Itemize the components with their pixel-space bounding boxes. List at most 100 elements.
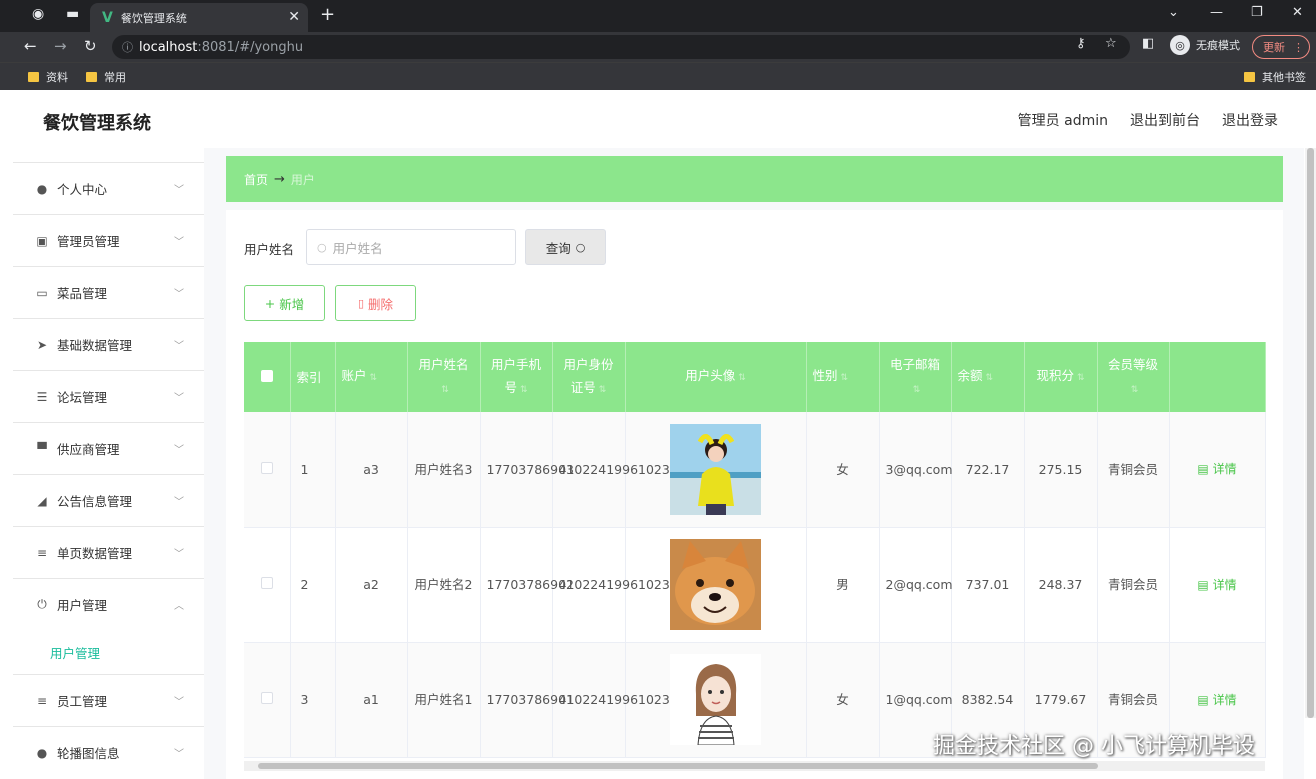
girl-yellow-photo[interactable] [670,423,761,515]
key-icon[interactable]: ⚷ [1076,36,1086,51]
sidebar-item-profile[interactable]: ● 个人中心 ﹀ [13,162,204,214]
logout-link[interactable]: 退出登录 [1222,110,1278,130]
detail-button[interactable]: ▤ 详情 [1197,578,1236,592]
reload-icon[interactable]: ↻ [84,37,97,55]
column-header[interactable]: 账户 ⇅ [335,342,408,412]
to-front-link[interactable]: 退出到前台 [1130,110,1200,130]
cell-points: 275.15 [1024,412,1098,528]
sort-icon[interactable]: ⇅ [1077,373,1085,383]
sidebar-item-forum[interactable]: ☰ 论坛管理 ﹀ [13,370,204,422]
sort-icon[interactable]: ⇅ [599,385,607,395]
select-all-cell[interactable] [244,342,291,412]
back-icon[interactable]: ← [24,37,37,55]
watermark: 掘金技术社区 @ 小飞计算机毕设 [933,734,1255,759]
sidepanel-icon[interactable]: ◧ [1142,36,1154,51]
browser-tab[interactable]: V 餐饮管理系统 ✕ [90,3,308,32]
sidebar-item-admin[interactable]: ▣ 管理员管理 ﹀ [13,214,204,266]
bookmark-folder[interactable]: 常用 [86,69,126,85]
column-header[interactable]: 现积分 ⇅ [1024,342,1098,412]
browser-globe-icon[interactable]: ◉ [32,6,44,22]
column-header[interactable]: 用户头像 ⇅ [625,342,807,412]
row-select-cell[interactable] [244,412,291,528]
cell-account: a2 [335,527,408,643]
sort-icon[interactable]: ⇅ [520,385,528,395]
column-header[interactable]: 余额 ⇅ [951,342,1025,412]
row-select-cell[interactable] [244,642,291,758]
select-all-checkbox[interactable] [260,369,273,382]
breadcrumb-home[interactable]: 首页 [244,171,268,188]
detail-button[interactable]: ▤ 详情 [1197,693,1236,707]
sort-icon[interactable]: ⇅ [441,385,449,395]
sort-icon[interactable]: ⇅ [913,385,921,395]
column-header[interactable]: 会员等级 ⇅ [1097,342,1170,412]
sort-icon[interactable]: ⇅ [738,373,746,383]
search-icon: ○ [317,240,327,254]
other-bookmarks[interactable]: 其他书签 [1244,69,1306,85]
sidebar-subitem-user-manage[interactable]: 用户管理 [13,630,204,674]
column-header[interactable]: 性别 ⇅ [806,342,880,412]
sidebar-item-label: 轮播图信息 [57,746,120,761]
scrollbar-thumb[interactable] [258,763,1098,769]
row-checkbox[interactable] [260,692,273,704]
document-icon: ▤ [1197,692,1213,707]
sidebar-item-notice[interactable]: ◢ 公告信息管理 ﹀ [13,474,204,526]
star-icon[interactable]: ☆ [1105,36,1117,51]
megaphone-icon: ◢ [37,493,47,508]
sidebar-item-basic-data[interactable]: ➤ 基础数据管理 ﹀ [13,318,204,370]
incognito-indicator[interactable]: ◎ 无痕模式 [1170,35,1240,55]
sidebar-item-user[interactable]: ⏻ 用户管理 ︿ [13,578,204,630]
sort-icon[interactable]: ⇅ [986,373,994,383]
sidebar-item-single-page[interactable]: ≡ 单页数据管理 ﹀ [13,526,204,578]
search-input[interactable]: ○ 用户姓名 [306,229,516,265]
column-header[interactable]: 用户姓名 ⇅ [407,342,481,412]
arrow-right-icon: → [274,171,285,187]
scrollbar-thumb[interactable] [1307,148,1314,718]
add-button[interactable]: + 新增 [244,285,325,321]
cell-level: 青铜会员 [1097,527,1170,643]
sort-icon[interactable]: ⇅ [370,373,378,383]
vertical-scrollbar[interactable] [1305,148,1316,718]
column-header[interactable]: 用户身份证号 ⇅ [552,342,626,412]
sidebar-item-carousel[interactable]: ● 轮播图信息 ﹀ [13,726,204,778]
chevron-down-icon: ﹀ [174,393,184,404]
chevron-down-icon: ﹀ [174,697,184,708]
chevron-down-icon[interactable]: ⌄ [1168,5,1179,20]
column-header[interactable]: 用户手机号 ⇅ [480,342,553,412]
info-icon[interactable]: ⓘ [122,39,133,55]
forward-icon[interactable]: → [54,37,67,55]
cartoon-girl-illustration[interactable] [670,654,761,745]
row-select-cell[interactable] [244,527,291,643]
close-tab-icon[interactable]: ✕ [288,9,300,25]
url-input[interactable]: ⓘ localhost:8081/#/yonghu [112,35,1130,59]
new-tab-icon[interactable]: + [320,4,335,25]
sidebar-item-label: 员工管理 [57,694,108,709]
column-label: 余额 [957,368,983,383]
sort-icon[interactable]: ⇅ [1131,385,1139,395]
row-checkbox[interactable] [260,461,273,474]
tab-list-icon[interactable]: ▬ [66,6,79,22]
close-window-icon[interactable]: ✕ [1292,5,1303,20]
sidebar-item-supplier[interactable]: ▀ 供应商管理 ﹀ [13,422,204,474]
restore-icon[interactable]: ❐ [1251,5,1263,20]
document-icon: ▤ [1197,577,1213,592]
shiba-dog-photo[interactable] [670,539,761,630]
detail-button[interactable]: ▤ 详情 [1197,462,1236,476]
delete-button[interactable]: ▯ 删除 [335,285,416,321]
sidebar-item-label: 个人中心 [57,182,108,197]
menu-dots-icon: ⋮ [1293,40,1304,54]
cell-name: 用户姓名1 [407,642,481,758]
chevron-down-icon: ﹀ [174,549,184,560]
detail-label: 详情 [1212,577,1237,592]
horizontal-scrollbar[interactable] [244,761,1265,771]
sort-icon[interactable]: ⇅ [841,373,849,383]
bookmark-folder[interactable]: 资料 [28,69,68,85]
sidebar-item-dishes[interactable]: ▭ 菜品管理 ﹀ [13,266,204,318]
app-header: 餐饮管理系统 管理员 admin 退出到前台 退出登录 [13,92,1316,148]
update-button[interactable]: 更新 ⋮ [1252,35,1310,59]
minimize-icon[interactable]: — [1210,5,1223,20]
column-header[interactable]: 电子邮箱 ⇅ [879,342,952,412]
row-checkbox[interactable] [260,577,273,589]
sidebar-item-staff[interactable]: ≡ 员工管理 ﹀ [13,674,204,726]
query-button[interactable]: 查询 ○ [525,229,606,265]
header-actions: 管理员 admin 退出到前台 退出登录 [1018,110,1278,130]
